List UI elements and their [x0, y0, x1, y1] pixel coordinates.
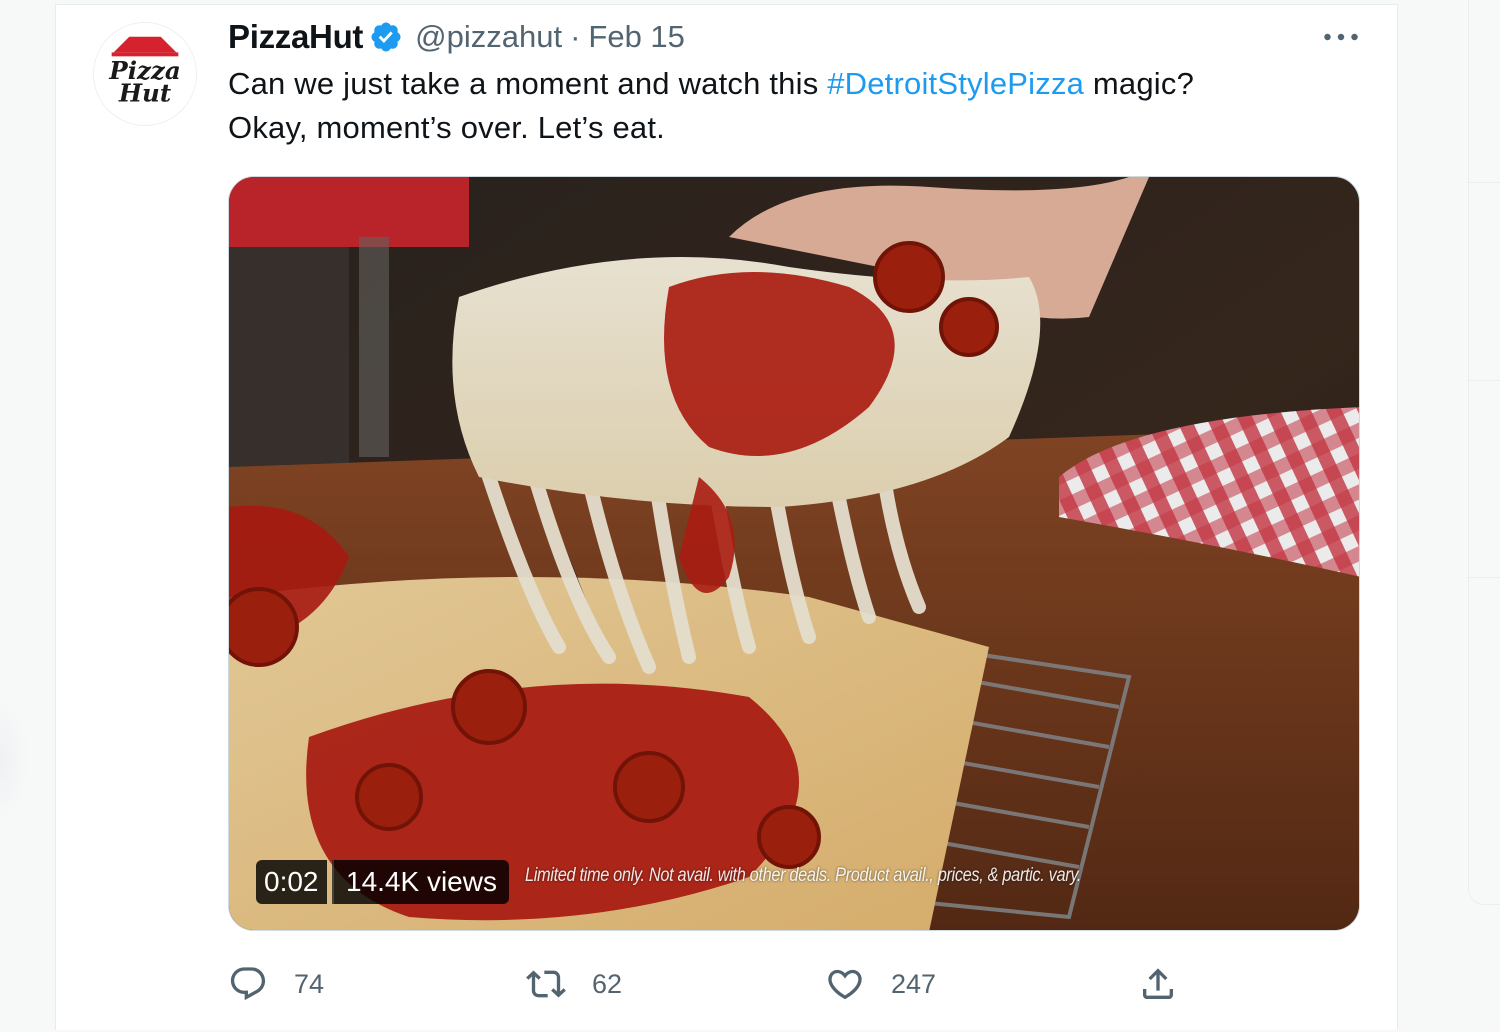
- video-frame-image: [229, 177, 1359, 930]
- tweet-header: PizzaHut @pizzahut · Feb 15: [228, 16, 685, 58]
- sidebar-divider: [1469, 380, 1500, 381]
- retweet-icon: [526, 970, 566, 998]
- tweet-text-line: Okay, moment’s over. Let’s eat.: [228, 110, 665, 145]
- user-handle[interactable]: @pizzahut: [415, 19, 562, 55]
- reply-count: 74: [294, 968, 325, 999]
- reply-button[interactable]: 74: [228, 962, 324, 1006]
- avatar-logo-text: Hut: [118, 78, 172, 107]
- share-icon: [1143, 968, 1173, 999]
- display-name[interactable]: PizzaHut: [228, 18, 363, 56]
- video-disclaimer-text: Limited time only. Not avail. with other…: [525, 865, 1082, 886]
- more-options-icon[interactable]: [1318, 18, 1364, 56]
- like-count: 247: [891, 968, 937, 999]
- hashtag-link[interactable]: #DetroitStylePizza: [827, 66, 1084, 101]
- page-edge-shadow: [0, 700, 30, 820]
- retweet-button[interactable]: 62: [526, 962, 622, 1006]
- verified-badge-icon: [369, 20, 403, 54]
- retweet-count: 62: [592, 968, 623, 999]
- sidebar-divider: [1469, 577, 1500, 578]
- share-button[interactable]: [1138, 962, 1178, 1006]
- heart-icon: [828, 969, 862, 1000]
- like-button[interactable]: 247: [825, 962, 936, 1006]
- tweet-date[interactable]: Feb 15: [588, 19, 685, 55]
- sidebar-panel: [1468, 0, 1500, 905]
- tweet-text-part: magic?: [1084, 66, 1195, 101]
- video-duration-badge: 0:02: [256, 860, 327, 904]
- avatar[interactable]: Pizza Hut: [93, 22, 197, 126]
- tweet-text-part: Can we just take a moment and watch this: [228, 66, 828, 101]
- tweet-text-line: Can we just take a moment and watch this…: [228, 62, 1328, 106]
- video-views-badge: 14.4K views: [332, 860, 509, 904]
- separator-dot: ·: [570, 19, 581, 54]
- sidebar-divider: [1469, 182, 1500, 183]
- video-player[interactable]: 0:02 14.4K views Limited time only. Not …: [228, 176, 1360, 931]
- tweet-text: Can we just take a moment and watch this…: [228, 62, 1328, 150]
- reply-icon: [230, 967, 266, 1001]
